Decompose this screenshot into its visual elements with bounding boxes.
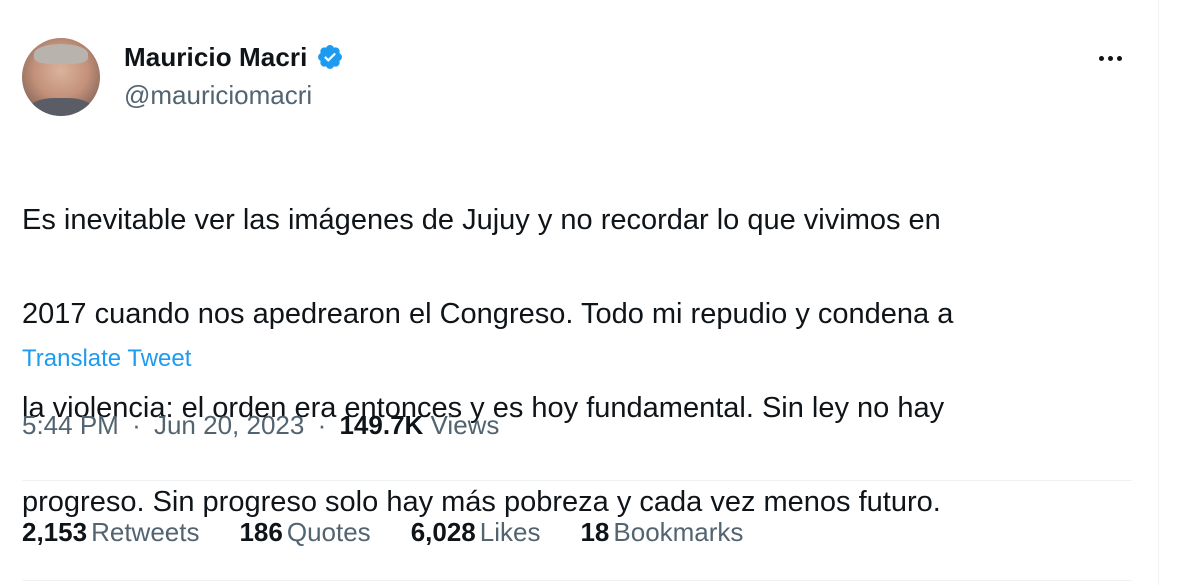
avatar-hair (34, 44, 88, 64)
tweet-text-line: Es inevitable ver las imágenes de Jujuy … (22, 204, 941, 236)
more-dot (1116, 55, 1122, 61)
likes-count: 6,028 (410, 516, 476, 547)
retweets-stat[interactable]: 2,153 Retweets (22, 517, 199, 548)
more-dot (1098, 55, 1104, 61)
bookmarks-label: Bookmarks (613, 516, 744, 547)
meta-separator: · (132, 410, 141, 440)
tweet-card: Mauricio Macri @mauriciomacri Es inevita… (0, 0, 1158, 585)
views-label: Views (430, 410, 500, 440)
more-options-icon[interactable] (1094, 44, 1126, 72)
tweet-meta: 5:44 PM · Jun 20, 2023 · 149.7K Views (22, 410, 499, 441)
bookmarks-count: 18 (580, 516, 610, 547)
quotes-count: 186 (239, 516, 283, 547)
bookmarks-stat[interactable]: 18 Bookmarks (580, 517, 743, 548)
engagement-stats: 2,153 Retweets 186 Quotes 6,028 Likes 18 Boo… (22, 512, 743, 552)
likes-stat[interactable]: 6,028 Likes (411, 517, 541, 548)
timeline-border (1158, 0, 1159, 585)
meta-separator: · (317, 410, 327, 440)
translate-tweet-link[interactable]: Translate Tweet (22, 345, 191, 373)
quotes-stat[interactable]: 186 Quotes (239, 517, 370, 548)
likes-label: Likes (479, 516, 541, 547)
divider (22, 580, 1132, 581)
tweet-time[interactable]: 5:44 PM (22, 410, 119, 440)
quotes-label: Quotes (286, 516, 371, 547)
retweets-label: Retweets (91, 516, 200, 547)
retweets-count: 2,153 (22, 516, 88, 547)
tweet-text-line: 2017 cuando nos apedrearon el Congreso. … (22, 298, 954, 330)
divider (22, 480, 1132, 481)
avatar-shirt (28, 98, 94, 116)
more-dot (1107, 55, 1113, 61)
tweet-date[interactable]: Jun 20, 2023 (154, 410, 304, 440)
author-name-row: Mauricio Macri (124, 40, 344, 74)
author-display-name[interactable]: Mauricio Macri (124, 42, 307, 73)
verified-badge-icon (318, 45, 343, 69)
avatar[interactable] (22, 38, 100, 116)
views-count: 149.7K (339, 410, 424, 440)
author-handle[interactable]: @mauriciomacri (124, 80, 312, 111)
